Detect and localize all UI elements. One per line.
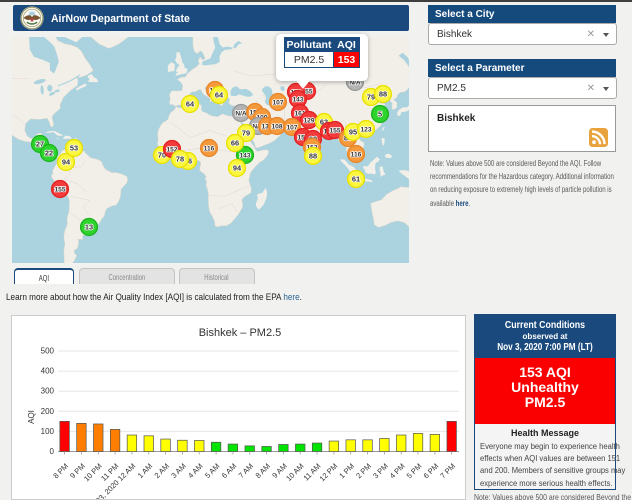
svg-text:300: 300 <box>41 387 55 396</box>
svg-text:88: 88 <box>379 90 387 99</box>
svg-text:10 PM: 10 PM <box>82 462 104 484</box>
svg-text:13: 13 <box>85 223 93 232</box>
svg-text:155: 155 <box>329 128 340 135</box>
svg-text:7 AM: 7 AM <box>237 462 255 480</box>
svg-text:155: 155 <box>54 187 65 194</box>
svg-text:64: 64 <box>186 100 195 109</box>
svg-text:123: 123 <box>360 127 371 134</box>
svg-text:5 PM: 5 PM <box>405 462 424 481</box>
svg-text:78: 78 <box>176 155 184 164</box>
svg-text:79: 79 <box>242 129 250 138</box>
svg-text:10 AM: 10 AM <box>284 462 305 483</box>
svg-text:6 PM: 6 PM <box>422 462 441 481</box>
svg-text:4 AM: 4 AM <box>186 462 204 480</box>
svg-text:7 PM: 7 PM <box>438 462 457 481</box>
svg-text:95: 95 <box>349 128 357 137</box>
svg-text:500: 500 <box>41 347 55 356</box>
svg-text:94: 94 <box>62 158 71 167</box>
svg-text:22: 22 <box>45 149 53 158</box>
svg-text:400: 400 <box>41 367 55 376</box>
svg-text:1 AM: 1 AM <box>136 462 154 480</box>
svg-text:100: 100 <box>41 427 55 436</box>
svg-text:200: 200 <box>41 407 55 416</box>
svg-text:2 AM: 2 AM <box>153 462 171 480</box>
svg-text:116: 116 <box>351 152 362 159</box>
svg-text:12 PM: 12 PM <box>318 462 340 484</box>
svg-text:107: 107 <box>272 100 283 107</box>
svg-text:108: 108 <box>271 124 282 131</box>
svg-text:66: 66 <box>231 139 239 148</box>
svg-text:129: 129 <box>303 118 314 125</box>
svg-text:5 AM: 5 AM <box>203 462 221 480</box>
svg-text:8 AM: 8 AM <box>254 462 272 480</box>
svg-text:3 PM: 3 PM <box>371 462 390 481</box>
svg-text:6 AM: 6 AM <box>220 462 238 480</box>
svg-text:88: 88 <box>309 152 317 161</box>
svg-text:Bishkek – PM2.5: Bishkek – PM2.5 <box>199 327 282 339</box>
svg-text:AQI: AQI <box>27 410 36 424</box>
svg-text:1 PM: 1 PM <box>337 462 356 481</box>
svg-text:53: 53 <box>70 144 78 153</box>
svg-text:5: 5 <box>378 110 382 119</box>
svg-text:61: 61 <box>352 175 360 184</box>
svg-text:107: 107 <box>286 125 297 132</box>
svg-text:143: 143 <box>292 97 303 104</box>
svg-text:2 PM: 2 PM <box>354 462 373 481</box>
svg-text:94: 94 <box>233 164 242 173</box>
svg-text:116: 116 <box>204 146 215 153</box>
svg-text:64: 64 <box>215 91 224 100</box>
svg-text:79: 79 <box>367 93 375 102</box>
svg-text:4 PM: 4 PM <box>388 462 407 481</box>
svg-text:3 AM: 3 AM <box>169 462 187 480</box>
svg-text:143: 143 <box>239 153 250 160</box>
svg-text:8 PM: 8 PM <box>51 462 70 481</box>
svg-text:N/A: N/A <box>235 111 247 118</box>
svg-text:0: 0 <box>50 447 55 456</box>
